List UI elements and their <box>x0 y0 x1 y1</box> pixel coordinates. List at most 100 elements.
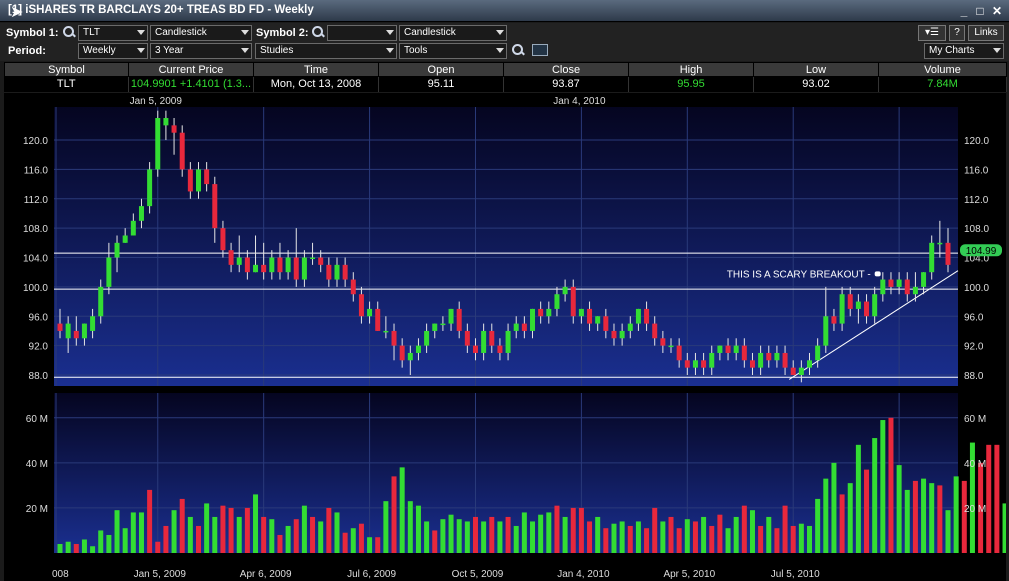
volume-bar <box>758 525 764 553</box>
candle-body <box>701 360 707 368</box>
symbol1-search-icon[interactable] <box>62 25 76 39</box>
volume-bar <box>635 521 641 553</box>
volume-bar <box>749 510 755 553</box>
crosshair-icon[interactable] <box>532 44 548 56</box>
options-menu-button[interactable]: ▾☰ <box>918 25 946 41</box>
maximize-button[interactable]: □ <box>972 4 988 18</box>
candle-body <box>334 264 340 280</box>
volume-bar <box>896 465 902 553</box>
volume-bar <box>587 521 593 553</box>
volume-bar <box>81 539 87 553</box>
period-select[interactable]: Weekly <box>78 43 148 59</box>
tools-select[interactable]: Tools <box>399 43 507 59</box>
symbol2-select[interactable] <box>327 25 397 41</box>
candle-body <box>163 118 169 126</box>
high-cell: 95.95 <box>628 76 754 92</box>
price-axis-label-right: 120.0 <box>964 136 989 147</box>
zoom-icon[interactable] <box>511 43 525 57</box>
symbol1-select[interactable]: TLT <box>78 25 148 41</box>
volume-bar <box>342 532 348 553</box>
range-select[interactable]: 3 Year <box>150 43 252 59</box>
period-label: Period: <box>8 45 46 57</box>
volume-axis-label-left: 40 M <box>26 459 48 470</box>
volume-bar <box>627 525 633 553</box>
candle-body <box>106 257 112 287</box>
volume-bar <box>823 478 829 553</box>
price-volume-chart[interactable]: 88.0 88.0 92.0 92.0 96.0 96.0 100.0 100.0 104.0 1… <box>4 93 1008 581</box>
volume-bar <box>497 521 503 553</box>
price-axis-label-left: 92.0 <box>29 342 49 353</box>
candle-body <box>293 257 299 280</box>
candle-body <box>855 301 861 309</box>
symbol1-value: TLT <box>83 27 101 38</box>
volume-bar <box>155 541 161 553</box>
candle-body <box>603 316 609 331</box>
volume-bar <box>147 489 153 553</box>
symbol-cell: TLT <box>4 76 129 92</box>
candle-body <box>424 330 430 346</box>
candle-body <box>741 345 747 361</box>
volume-bar <box>709 525 715 553</box>
chart-type1-select[interactable]: Candlestick <box>150 25 252 41</box>
volume-bar <box>619 521 625 553</box>
current-price-cell: 104.9901 +1.4101 (1.3... <box>128 76 254 92</box>
candle-body <box>98 286 104 317</box>
chart-type2-select[interactable]: Candlestick <box>399 25 507 41</box>
chevron-down-icon <box>386 30 394 35</box>
title-bar[interactable]: [1] iSHARES TR BARCLAYS 20+ TREAS BD FD … <box>0 0 1009 22</box>
minimize-button[interactable]: _ <box>956 4 972 18</box>
symbol2-search-icon[interactable] <box>311 25 325 39</box>
volume-bar <box>660 521 666 553</box>
candle-body <box>749 360 755 368</box>
volume-bar <box>603 528 609 553</box>
candle-body <box>391 330 397 346</box>
volume-bar <box>98 530 104 553</box>
my-charts-select[interactable]: My Charts <box>924 43 1004 59</box>
volume-bar <box>464 521 470 553</box>
volume-bar <box>652 507 658 553</box>
help-button[interactable]: ? <box>949 25 965 41</box>
candle-body <box>660 338 666 346</box>
volume-cell: 7.84M <box>878 76 1007 92</box>
volume-bar <box>872 438 878 553</box>
studies-select[interactable]: Studies <box>255 43 397 59</box>
candle-body <box>945 242 951 265</box>
volume-bar <box>921 478 927 553</box>
volume-bar <box>65 541 71 553</box>
volume-bar <box>318 521 324 553</box>
low-cell: 93.02 <box>753 76 879 92</box>
current-price-tag-label: 104.99 <box>966 246 997 257</box>
volume-bar <box>261 516 267 553</box>
volume-bar <box>367 537 373 553</box>
candle-body <box>57 323 63 331</box>
candle-body <box>285 257 291 273</box>
volume-bar <box>73 543 79 553</box>
links-button[interactable]: Links <box>968 25 1004 41</box>
volume-bar <box>293 519 299 553</box>
volume-bar <box>301 505 307 553</box>
candle-body <box>937 242 943 245</box>
volume-bar <box>937 485 943 553</box>
candle-body <box>619 330 625 339</box>
volume-bar <box>692 521 698 553</box>
my-charts-value: My Charts <box>929 45 975 56</box>
time-cell: Mon, Oct 13, 2008 <box>253 76 379 92</box>
candle-body <box>81 323 87 339</box>
candle-body <box>415 345 421 353</box>
symbol-toolbar: Symbol 1: TLT Candlestick Symbol 2: Cand… <box>0 23 1009 43</box>
candle-body <box>627 323 633 331</box>
volume-bar <box>171 510 177 553</box>
candle-body <box>114 242 120 258</box>
close-button[interactable]: ✕ <box>989 4 1005 18</box>
volume-bar <box>741 505 747 553</box>
candle-body <box>587 308 593 324</box>
col-header: Close <box>503 62 629 77</box>
price-axis-label-right: 88.0 <box>964 371 984 382</box>
volume-bar <box>855 444 861 553</box>
candle-body <box>839 294 845 324</box>
price-axis-label-right: 92.0 <box>964 342 984 353</box>
x-axis-date-label: Jan 4, 2010 <box>557 569 610 580</box>
range-value: 3 Year <box>155 45 184 56</box>
candle-body <box>204 169 210 185</box>
chart-area[interactable]: 88.0 88.0 92.0 92.0 96.0 96.0 100.0 100.0 104.0 1… <box>4 93 1008 581</box>
